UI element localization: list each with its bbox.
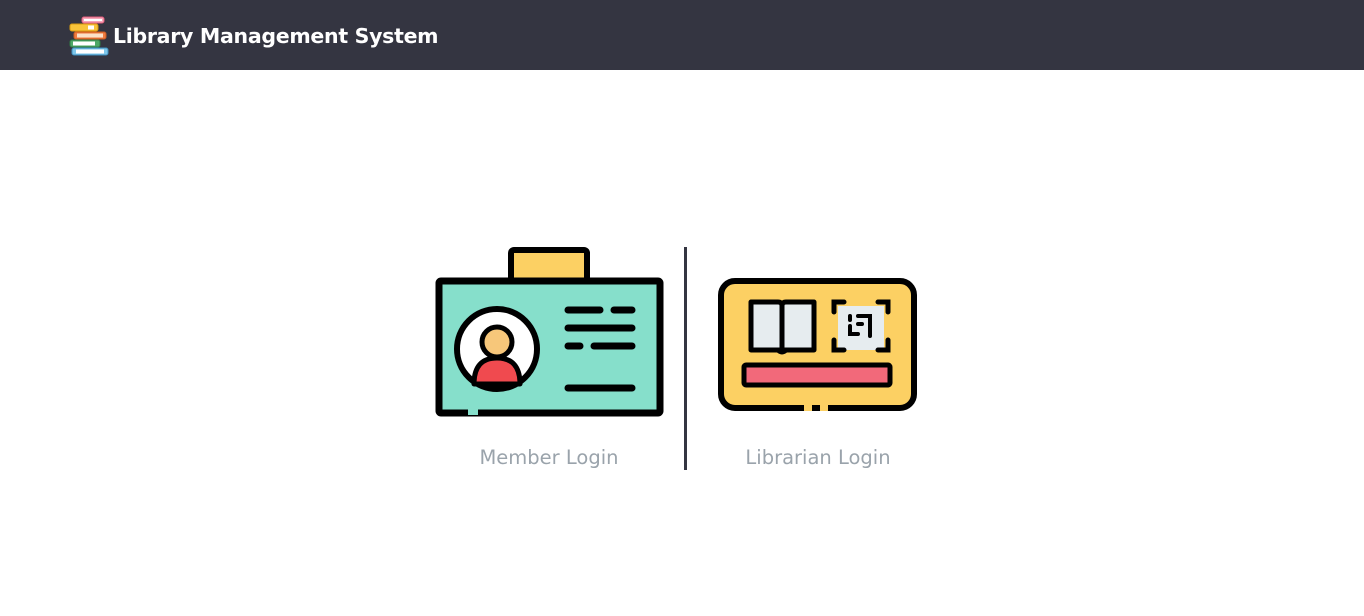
top-navbar: Library Management System: [0, 0, 1364, 70]
librarian-login-label: Librarian Login: [745, 446, 891, 469]
book-stack-icon: [69, 16, 109, 56]
member-login-label: Member Login: [479, 446, 619, 469]
librarian-login-option[interactable]: Librarian Login: [716, 246, 920, 474]
brand-title: Library Management System: [113, 24, 439, 48]
id-card-icon: [435, 247, 664, 417]
brand-link[interactable]: Library Management System: [68, 14, 439, 58]
library-card-icon: [718, 278, 917, 411]
vertical-divider: [684, 247, 687, 470]
member-login-option[interactable]: Member Login: [434, 246, 664, 474]
